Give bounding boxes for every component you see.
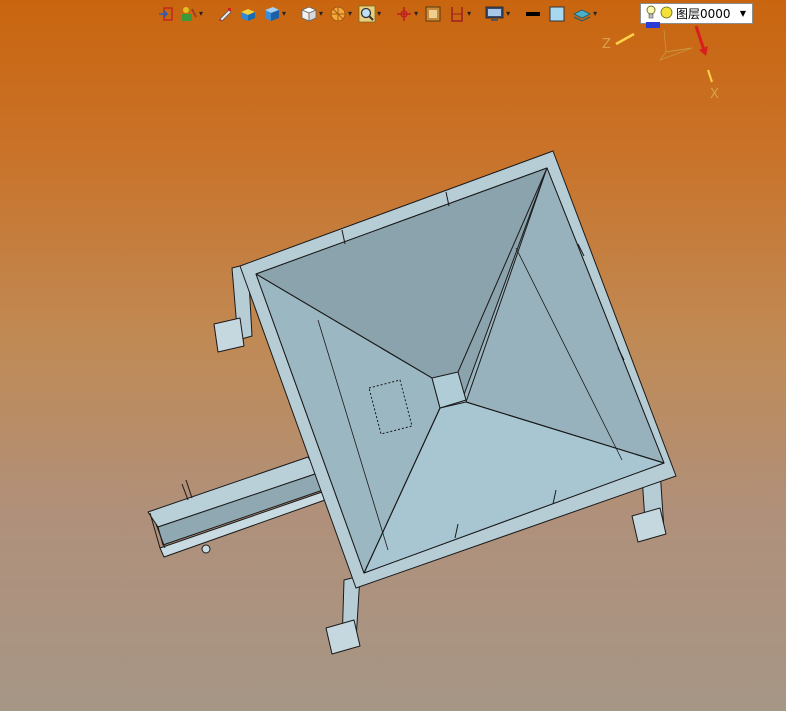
z-axis-arrow (615, 32, 635, 46)
axis-triad: Z X (602, 22, 719, 102)
chute-conveyor (147, 456, 326, 558)
z-axis-label: Z (602, 37, 611, 52)
x-axis-label: X (710, 87, 719, 102)
x-axis-arrow (694, 25, 706, 51)
y-axis-marker (646, 22, 660, 28)
hopper-model (147, 150, 677, 655)
support-leg (325, 575, 361, 655)
